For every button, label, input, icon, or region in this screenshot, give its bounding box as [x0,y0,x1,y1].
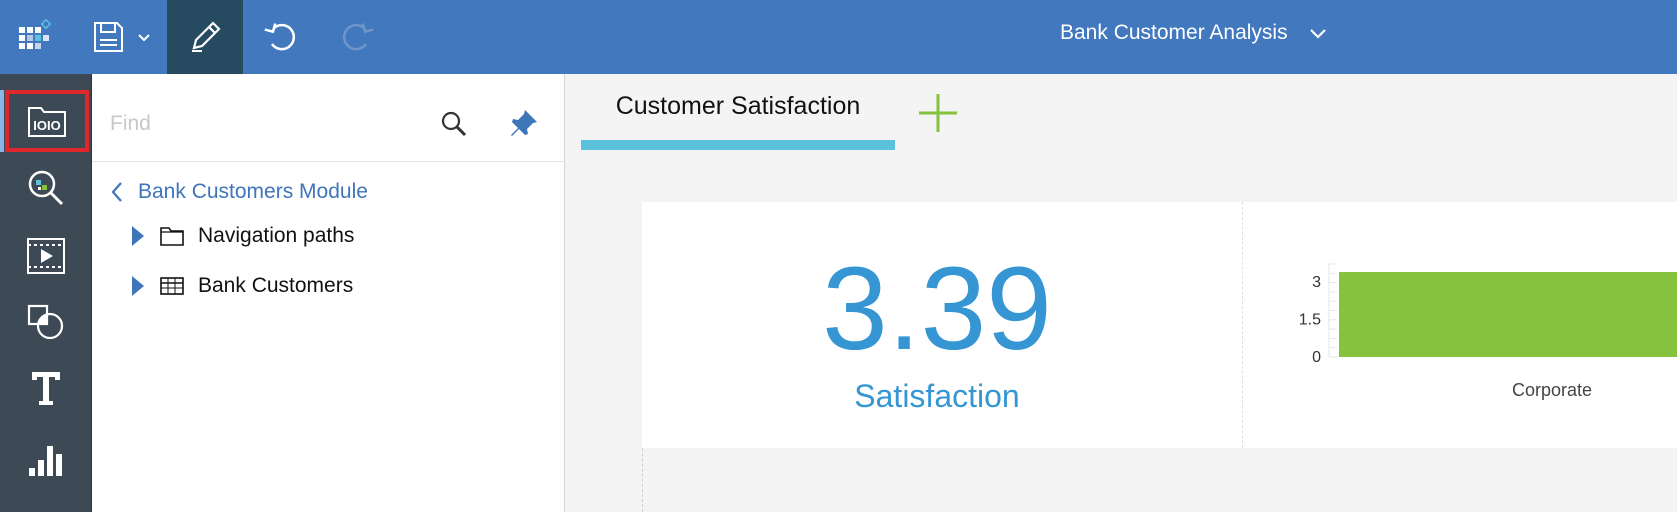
data-sources-panel: Bank Customers Module Navigation paths B… [92,74,565,512]
dashboard-canvas: Customer Satisfaction 3.39 Satisfaction … [566,74,1677,512]
search-button[interactable] [430,100,478,148]
report-title-menu[interactable]: Bank Customer Analysis [1060,0,1328,66]
caret-right-icon[interactable] [130,274,152,298]
pin-icon [511,110,537,136]
undo-button[interactable] [243,0,319,74]
shapes-button[interactable] [0,288,92,356]
redo-button[interactable] [319,0,395,74]
svg-text:IOIO: IOIO [33,118,60,133]
kpi-value: 3.39 [822,243,1052,375]
y-tick-label: 0 [1312,349,1321,366]
find-input[interactable] [110,110,410,138]
active-tab-indicator [581,140,895,150]
sources-button[interactable]: IOIO [5,90,89,152]
text-icon [32,372,60,405]
bar-corporate[interactable] [1339,272,1677,357]
active-marker [0,90,4,152]
tree-item-navigation-paths[interactable]: Navigation paths [130,224,354,248]
shapes-icon [27,304,64,340]
kpi-label: Satisfaction [854,378,1020,414]
explore-button[interactable] [0,154,92,222]
report-title: Bank Customer Analysis [1060,21,1288,44]
folder-icon [160,226,186,246]
search-icon [441,111,467,137]
plus-icon [919,94,957,132]
tab-customer-satisfaction[interactable]: Customer Satisfaction [581,74,895,150]
app-logo-icon[interactable] [0,0,70,74]
x-category-label: Corporate [1512,380,1592,400]
left-rail: IOIO [0,74,92,512]
tree-item-label: Bank Customers [198,274,354,297]
data-sources-icon: IOIO [28,107,66,137]
add-tab-button[interactable] [913,88,963,138]
undo-icon [264,23,295,51]
tree-item-bank-customers[interactable]: Bank Customers [130,274,353,298]
explore-icon [28,170,64,206]
video-icon [27,238,65,274]
chevron-down-icon [138,34,150,42]
tree-item-label: Navigation paths [198,224,355,247]
text-button[interactable] [0,354,92,422]
bar-chart-icon [29,446,62,476]
bar-chart[interactable]: 3 1.5 0 Corporate [1282,202,1677,448]
widget-card[interactable]: 3.39 Satisfaction 3 1.5 0 Corporate [642,202,1677,448]
media-button[interactable] [0,222,92,290]
caret-right-icon[interactable] [130,224,152,248]
module-name: Bank Customers Module [138,180,368,203]
chevron-down-icon [1308,23,1328,43]
save-button[interactable] [76,0,166,74]
save-icon [94,22,123,52]
visualizations-button[interactable] [0,424,92,492]
tab-label: Customer Satisfaction [615,92,861,120]
table-icon [160,276,186,296]
redo-icon [343,23,374,51]
widget-divider [1242,202,1243,448]
pencil-icon [192,21,221,52]
pin-button[interactable] [500,100,548,148]
y-tick-label: 3 [1312,274,1321,291]
y-tick-label: 1.5 [1299,311,1321,328]
top-toolbar: Bank Customer Analysis [0,0,1677,74]
edit-button[interactable] [167,0,243,74]
find-bar [92,74,565,162]
back-to-module-link[interactable]: Bank Customers Module [110,180,368,204]
chevron-left-icon [110,181,124,203]
